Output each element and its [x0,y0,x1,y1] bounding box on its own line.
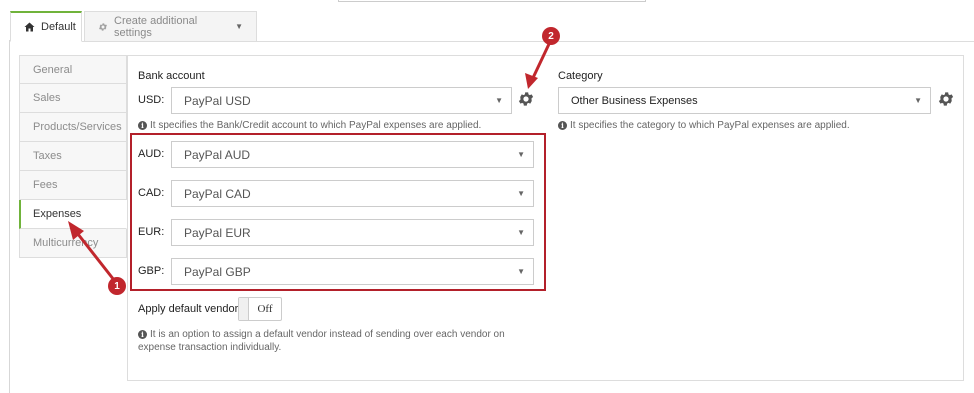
callout-badge-2: 2 [542,27,560,45]
arrow-to-expenses [68,221,116,282]
callout-badge-1: 1 [108,277,126,295]
annotation-arrows [68,42,551,282]
arrow-to-gear [525,42,551,89]
